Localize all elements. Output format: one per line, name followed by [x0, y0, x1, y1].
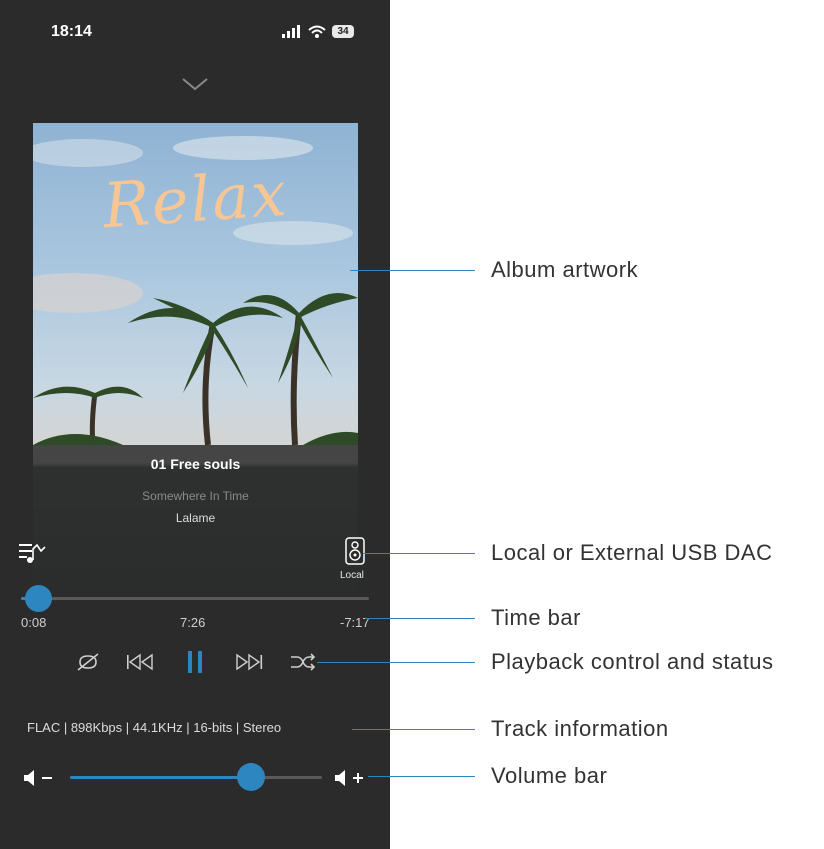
callout-line-time [365, 618, 475, 619]
queue-icon[interactable] [18, 541, 50, 565]
callout-track-information: Track information [491, 716, 669, 741]
time-bar-thumb[interactable] [24, 585, 52, 612]
callout-line-volume [368, 776, 475, 777]
status-icons: 34 [282, 24, 358, 44]
volume-down-icon[interactable] [22, 768, 58, 788]
track-album: Somewhere In Time [142, 489, 249, 503]
album-art-title: Relax [100, 156, 291, 243]
output-label: Local [340, 570, 364, 581]
track-information: FLAC | 898Kbps | 44.1KHz | 16-bits | Ste… [27, 720, 282, 735]
callout-line-playback [317, 662, 475, 663]
volume-bar[interactable] [70, 776, 322, 779]
previous-icon[interactable] [124, 650, 156, 674]
track-artist: Lalame [175, 511, 216, 525]
callout-volume-bar: Volume bar [491, 763, 608, 788]
time-elapsed: 0:08 [21, 615, 47, 630]
callout-line-track-info [352, 729, 475, 730]
player-screen: 18:14 34 Relax 01 Free souls Somewhere I… [0, 0, 390, 849]
album-artwork: Relax 01 Free souls Somewhere In Time La… [33, 123, 358, 595]
status-time: 18:14 [51, 23, 92, 40]
callout-playback: Playback control and status [491, 649, 774, 674]
shuffle-icon[interactable] [289, 650, 317, 674]
time-bar[interactable] [21, 597, 369, 600]
pause-icon[interactable] [184, 650, 206, 674]
time-total: 7:26 [180, 615, 206, 630]
track-title: 01 Free souls [150, 456, 241, 472]
volume-up-icon[interactable] [333, 768, 369, 788]
callout-album-artwork: Album artwork [491, 257, 639, 282]
battery-icon: 34 [332, 25, 354, 38]
volume-bar-thumb[interactable] [237, 763, 266, 791]
callout-time-bar: Time bar [491, 605, 581, 630]
loop-off-icon[interactable] [74, 650, 102, 674]
next-icon[interactable] [233, 650, 265, 674]
chevron-down-icon[interactable] [180, 76, 210, 92]
volume-bar-fill [70, 776, 252, 779]
speaker-icon[interactable] [345, 537, 365, 565]
wifi-icon [308, 25, 326, 38]
callout-line-artwork [350, 270, 475, 271]
callout-dac: Local or External USB DAC [491, 540, 773, 565]
callout-line-dac [363, 553, 475, 554]
signal-icon [282, 25, 300, 38]
